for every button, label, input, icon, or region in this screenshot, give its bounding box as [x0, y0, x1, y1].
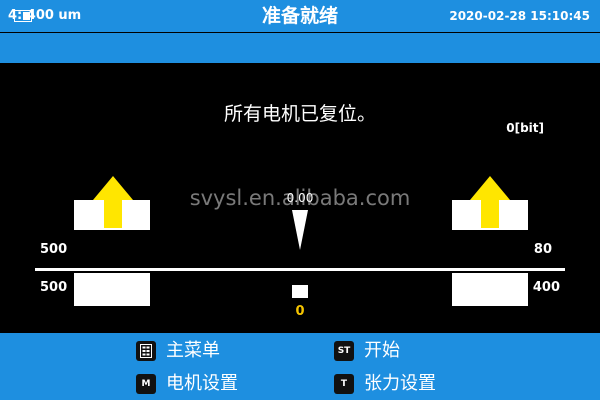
tension-key-icon: T — [334, 374, 354, 394]
pointer-down-icon — [292, 210, 308, 250]
tension-settings-button[interactable]: T 张力设置 — [334, 373, 436, 395]
bit-readout: 0[bit] — [506, 121, 544, 135]
left-lower-value: 500 — [40, 280, 68, 295]
left-upper-value: 500 — [40, 242, 68, 257]
motor-key-icon: M — [136, 374, 156, 394]
function-bar — [0, 333, 600, 400]
left-lower-indicator — [74, 273, 150, 306]
right-lower-value: 400 — [532, 280, 560, 295]
tension-settings-label: 张力设置 — [364, 373, 436, 394]
right-lower-indicator — [452, 273, 528, 306]
status-bar — [0, 33, 600, 63]
main-menu-label: 主菜单 — [166, 340, 220, 361]
menu-key-icon — [136, 341, 156, 361]
divider-line — [35, 268, 565, 271]
main-menu-button[interactable]: 主菜单 — [136, 340, 220, 362]
center-zero-value: 0 — [295, 304, 305, 319]
step-info: 4: 400 um — [8, 8, 82, 23]
start-key-icon: ST — [334, 341, 354, 361]
datetime-display: 2020-02-28 15:10:45 — [449, 9, 590, 23]
motor-settings-label: 电机设置 — [166, 373, 238, 394]
motor-settings-button[interactable]: M 电机设置 — [136, 373, 238, 395]
watermark: svysl.en.alibaba.com — [189, 186, 411, 210]
right-upper-value: 80 — [533, 242, 552, 257]
start-label: 开始 — [364, 340, 400, 361]
start-button[interactable]: ST 开始 — [334, 340, 400, 362]
center-marker — [292, 285, 308, 298]
